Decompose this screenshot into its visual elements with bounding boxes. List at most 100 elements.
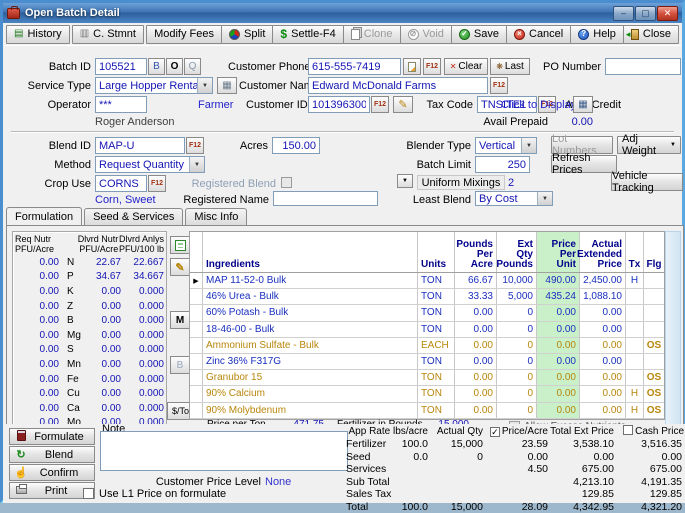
customer-id-field[interactable] — [308, 96, 370, 113]
cell-ext-qty-pounds[interactable]: 0 — [497, 322, 537, 337]
customer-name-lookup-button[interactable]: F12 — [490, 77, 508, 94]
tab-seed-services[interactable]: Seed & Services — [84, 208, 183, 225]
cell-units[interactable]: TON — [418, 386, 455, 401]
customer-statement-button[interactable]: ▥ C. Stmnt — [72, 25, 144, 44]
cell-units[interactable]: TON — [418, 289, 455, 304]
cell-price-per-unit[interactable]: 490.00 — [537, 273, 580, 288]
avail-credit-icon-button[interactable]: ▦ — [573, 96, 593, 113]
cell-ext-qty-pounds[interactable]: 5,000 — [497, 289, 537, 304]
least-blend-select[interactable]: By Cost▼ — [475, 191, 553, 206]
cell-ingredient[interactable]: Zinc 36% F317G — [203, 354, 418, 369]
grid-row[interactable]: 60% Potash - BulkTON0.0000.000.00 — [190, 305, 664, 321]
batch-b-button[interactable]: B — [148, 58, 165, 75]
cell-price-per-unit[interactable]: 0.00 — [537, 354, 580, 369]
cell-price-per-unit[interactable]: 0.00 — [537, 322, 580, 337]
cell-pounds-per-acre[interactable]: 0.00 — [455, 354, 497, 369]
cell-pounds-per-acre[interactable]: 66.67 — [455, 273, 497, 288]
phone-lookup-button[interactable]: F12 — [423, 58, 441, 75]
cell-actual-extended-price[interactable]: 0.00 — [580, 305, 626, 320]
grid-row[interactable]: Granubor 15TON0.0000.000.00OS — [190, 370, 664, 386]
row-selector[interactable] — [190, 338, 203, 353]
cell-ext-qty-pounds[interactable]: 10,000 — [497, 273, 537, 288]
cell-ingredient[interactable]: 18-46-00 - Bulk — [203, 322, 418, 337]
cell-ext-qty-pounds[interactable]: 0 — [497, 370, 537, 385]
split-button[interactable]: Split — [221, 25, 273, 44]
crop-use-field[interactable] — [95, 175, 147, 192]
settle-button[interactable]: $Settle-F4 — [272, 25, 343, 44]
cell-pounds-per-acre[interactable]: 0.00 — [455, 338, 497, 353]
cell-flg[interactable]: OS — [644, 386, 664, 401]
grid-row[interactable]: Ammonium Sulfate - BulkEACH0.0000.000.00… — [190, 338, 664, 354]
cash-price-checkbox[interactable] — [623, 425, 633, 435]
use-l1-checkbox[interactable] — [83, 488, 94, 499]
cell-price-per-unit[interactable]: 0.00 — [537, 305, 580, 320]
cell-pounds-per-acre[interactable]: 33.33 — [455, 289, 497, 304]
cell-units[interactable]: TON — [418, 305, 455, 320]
cell-pounds-per-acre[interactable]: 0.00 — [455, 403, 497, 418]
maximize-icon[interactable]: ▢ — [635, 6, 656, 21]
batch-q-button[interactable]: Q — [184, 58, 201, 75]
batch-o-button[interactable]: O — [166, 58, 183, 75]
service-type-icon-button[interactable]: ▦ — [217, 77, 237, 94]
m-button[interactable]: M — [170, 311, 190, 329]
adj-weight-button[interactable]: Adj Weight▼ — [617, 136, 681, 154]
cell-tx[interactable]: H — [626, 403, 644, 418]
row-selector[interactable] — [190, 322, 203, 337]
cell-actual-extended-price[interactable]: 1,088.10 — [580, 289, 626, 304]
cell-units[interactable]: TON — [418, 273, 455, 288]
cell-tx[interactable] — [626, 322, 644, 337]
cell-ingredient[interactable]: 46% Urea - Bulk — [203, 289, 418, 304]
cell-flg[interactable]: OS — [644, 403, 664, 418]
cell-flg[interactable] — [644, 273, 664, 288]
blend-id-field[interactable] — [95, 137, 185, 154]
cell-tx[interactable] — [626, 370, 644, 385]
cell-units[interactable]: TON — [418, 322, 455, 337]
cell-units[interactable]: EACH — [418, 338, 455, 353]
cell-actual-extended-price[interactable]: 0.00 — [580, 354, 626, 369]
clear-button[interactable]: ✕ Clear — [444, 58, 488, 75]
cell-flg[interactable] — [644, 322, 664, 337]
row-selector[interactable] — [190, 354, 203, 369]
po-number-field[interactable] — [605, 58, 681, 75]
cell-ingredient[interactable]: 90% Molybdenum — [203, 403, 418, 418]
contact-page-icon[interactable] — [403, 58, 421, 75]
cell-units[interactable]: TON — [418, 370, 455, 385]
help-button[interactable]: ?Help — [570, 25, 624, 44]
grid-row[interactable]: 90% MolybdenumTON0.0000.000.00HOS — [190, 403, 664, 419]
confirm-button[interactable]: ☝ Confirm — [9, 464, 95, 481]
cell-tx[interactable] — [626, 354, 644, 369]
grid-row[interactable]: ▶MAP 11-52-0 BulkTON66.6710,000490.002,4… — [190, 273, 664, 289]
cell-actual-extended-price[interactable]: 0.00 — [580, 370, 626, 385]
customer-name-field[interactable] — [308, 77, 488, 94]
vehicle-tracking-button[interactable]: Vehicle Tracking — [611, 173, 683, 191]
cell-actual-extended-price[interactable]: 0.00 — [580, 386, 626, 401]
registered-blend-checkbox[interactable] — [281, 177, 292, 188]
customer-note-button[interactable]: ✎ — [393, 96, 413, 113]
row-selector[interactable] — [190, 289, 203, 304]
modify-fees-button[interactable]: Modify Fees — [146, 25, 222, 44]
cell-actual-extended-price[interactable]: 0.00 — [580, 338, 626, 353]
operator-field[interactable] — [95, 96, 147, 113]
row-selector[interactable] — [190, 403, 203, 418]
uniform-mixings-dropdown-button[interactable]: ▼ — [397, 174, 413, 188]
cell-ext-qty-pounds[interactable]: 0 — [497, 386, 537, 401]
cell-ingredient[interactable]: 60% Potash - Bulk — [203, 305, 418, 320]
cell-flg[interactable] — [644, 354, 664, 369]
price-acre-checkbox[interactable]: ✓ — [490, 427, 500, 437]
farmer-link[interactable]: Farmer — [198, 98, 243, 112]
b-button[interactable]: B — [170, 356, 190, 374]
tab-misc-info[interactable]: Misc Info — [185, 208, 247, 225]
close-window-icon[interactable]: ✕ — [657, 6, 678, 21]
cell-ext-qty-pounds[interactable]: 0 — [497, 354, 537, 369]
cell-flg[interactable] — [644, 289, 664, 304]
cell-ingredient[interactable]: MAP 11-52-0 Bulk — [203, 273, 418, 288]
add-ingredient-button[interactable] — [170, 236, 190, 254]
cell-tx[interactable] — [626, 338, 644, 353]
formulate-button[interactable]: Formulate — [9, 428, 95, 445]
acres-field[interactable] — [272, 137, 320, 154]
cell-pounds-per-acre[interactable]: 0.00 — [455, 322, 497, 337]
tab-formulation[interactable]: Formulation — [6, 207, 82, 225]
cell-units[interactable]: TON — [418, 403, 455, 418]
batch-limit-field[interactable] — [475, 156, 530, 173]
cell-actual-extended-price[interactable]: 0.00 — [580, 403, 626, 418]
